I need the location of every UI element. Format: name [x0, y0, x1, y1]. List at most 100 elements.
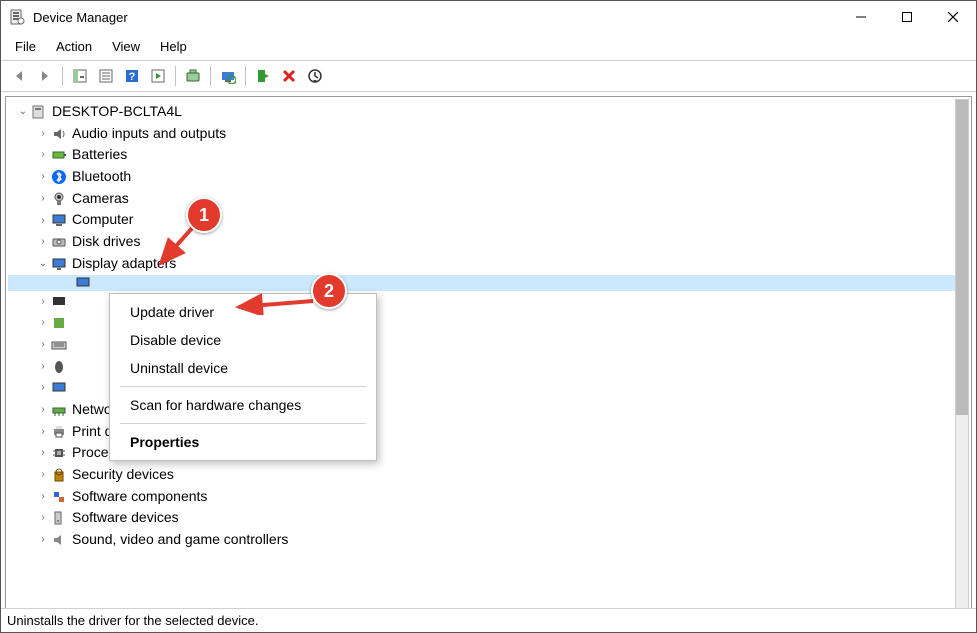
component-icon	[50, 489, 68, 505]
tree-node-security[interactable]: › Security devices	[8, 464, 969, 486]
tree-node-sound[interactable]: › Sound, video and game controllers	[8, 529, 969, 551]
sound-icon	[50, 532, 68, 548]
expand-icon[interactable]: ›	[36, 424, 50, 440]
minimize-button[interactable]	[838, 1, 884, 33]
ctx-properties[interactable]: Properties	[110, 428, 376, 456]
monitor-icon	[50, 380, 68, 396]
ctx-separator	[120, 423, 366, 424]
device-icon	[50, 315, 68, 331]
menu-file[interactable]: File	[5, 35, 46, 58]
audio-icon	[50, 126, 68, 142]
expand-icon[interactable]: ›	[36, 402, 50, 418]
tree-label: Cameras	[72, 188, 129, 210]
close-button[interactable]	[930, 1, 976, 33]
ctx-separator	[120, 386, 366, 387]
menu-action[interactable]: Action	[46, 35, 102, 58]
tree-label	[72, 312, 76, 334]
disk-icon	[50, 234, 68, 250]
security-icon	[50, 467, 68, 483]
expand-icon[interactable]: ›	[36, 234, 50, 250]
expand-icon[interactable]: ›	[36, 510, 50, 526]
back-button[interactable]	[7, 64, 31, 88]
annotation-callout-2: 2	[311, 273, 347, 309]
menu-view[interactable]: View	[102, 35, 150, 58]
tree-node-audio[interactable]: › Audio inputs and outputs	[8, 123, 969, 145]
tree-label: Batteries	[72, 144, 127, 166]
maximize-button[interactable]	[884, 1, 930, 33]
scrollbar-thumb[interactable]	[956, 100, 968, 415]
expand-icon[interactable]: ›	[36, 191, 50, 207]
toolbar-separator	[245, 66, 246, 86]
toolbar-separator	[210, 66, 211, 86]
bluetooth-icon	[50, 169, 68, 185]
disable-device-button[interactable]	[303, 64, 327, 88]
scrollbar[interactable]	[955, 99, 969, 626]
toolbar: ?	[1, 61, 976, 92]
app-icon	[9, 9, 25, 25]
title-bar: Device Manager	[1, 1, 976, 33]
menu-help[interactable]: Help	[150, 35, 197, 58]
tree-label: Disk drives	[72, 231, 140, 253]
status-text: Uninstalls the driver for the selected d…	[7, 613, 258, 628]
svg-text:?: ?	[129, 71, 136, 83]
show-hide-tree-button[interactable]	[68, 64, 92, 88]
tree-node-bluetooth[interactable]: › Bluetooth	[8, 166, 969, 188]
expand-icon[interactable]: ›	[36, 147, 50, 163]
context-menu: Update driver Disable device Uninstall d…	[109, 293, 377, 461]
expand-icon[interactable]: ›	[36, 489, 50, 505]
tree-node-cameras[interactable]: › Cameras	[8, 188, 969, 210]
toolbar-separator	[62, 66, 63, 86]
tree-label	[72, 356, 76, 378]
forward-button[interactable]	[33, 64, 57, 88]
toolbar-separator	[175, 66, 176, 86]
uninstall-device-button[interactable]	[277, 64, 301, 88]
tree-node-swcomp[interactable]: › Software components	[8, 486, 969, 508]
expand-icon[interactable]: ›	[36, 169, 50, 185]
expand-icon[interactable]: ⌄	[36, 256, 50, 272]
display-icon	[50, 256, 68, 272]
tree-label: Sound, video and game controllers	[72, 529, 288, 551]
tree-label: Computer	[72, 209, 133, 231]
expand-icon[interactable]: ›	[36, 532, 50, 548]
expand-icon[interactable]: ›	[36, 126, 50, 142]
ctx-disable-device[interactable]: Disable device	[110, 326, 376, 354]
scan-hardware-button[interactable]	[216, 64, 240, 88]
expand-icon[interactable]: ›	[36, 445, 50, 461]
menu-bar: File Action View Help	[1, 33, 976, 61]
tree-node-swdev[interactable]: › Software devices	[8, 507, 969, 529]
help-button[interactable]: ?	[120, 64, 144, 88]
mouse-icon	[50, 358, 68, 374]
update-driver-button[interactable]	[181, 64, 205, 88]
window-controls	[838, 1, 976, 33]
enable-device-button[interactable]	[251, 64, 275, 88]
computer-icon	[30, 104, 48, 120]
tree-label	[72, 334, 76, 356]
tree-label: Software components	[72, 486, 207, 508]
tree-label	[72, 291, 76, 313]
tree-root[interactable]: ⌄ DESKTOP-BCLTA4L	[8, 101, 969, 123]
tree-label: DESKTOP-BCLTA4L	[52, 101, 182, 123]
tree-node-display-child[interactable]	[8, 275, 969, 291]
keyboard-icon	[50, 337, 68, 353]
ctx-uninstall-device[interactable]: Uninstall device	[110, 354, 376, 382]
tree-label: Software devices	[72, 507, 179, 529]
device-icon	[50, 293, 68, 309]
tree-node-batteries[interactable]: › Batteries	[8, 144, 969, 166]
status-bar: Uninstalls the driver for the selected d…	[1, 608, 976, 632]
window-title: Device Manager	[33, 10, 838, 25]
display-icon	[74, 275, 92, 291]
expand-icon[interactable]: ›	[36, 467, 50, 483]
tree-label: Audio inputs and outputs	[72, 123, 226, 145]
softdevice-icon	[50, 510, 68, 526]
expand-icon[interactable]: ⌄	[16, 104, 30, 120]
tree-label: Security devices	[72, 464, 174, 486]
properties-button[interactable]	[94, 64, 118, 88]
action-button[interactable]	[146, 64, 170, 88]
expand-icon[interactable]: ›	[36, 213, 50, 229]
camera-icon	[50, 191, 68, 207]
printer-icon	[50, 423, 68, 439]
monitor-icon	[50, 212, 68, 228]
ctx-scan-hardware[interactable]: Scan for hardware changes	[110, 391, 376, 419]
tree-label: Bluetooth	[72, 166, 131, 188]
battery-icon	[50, 147, 68, 163]
